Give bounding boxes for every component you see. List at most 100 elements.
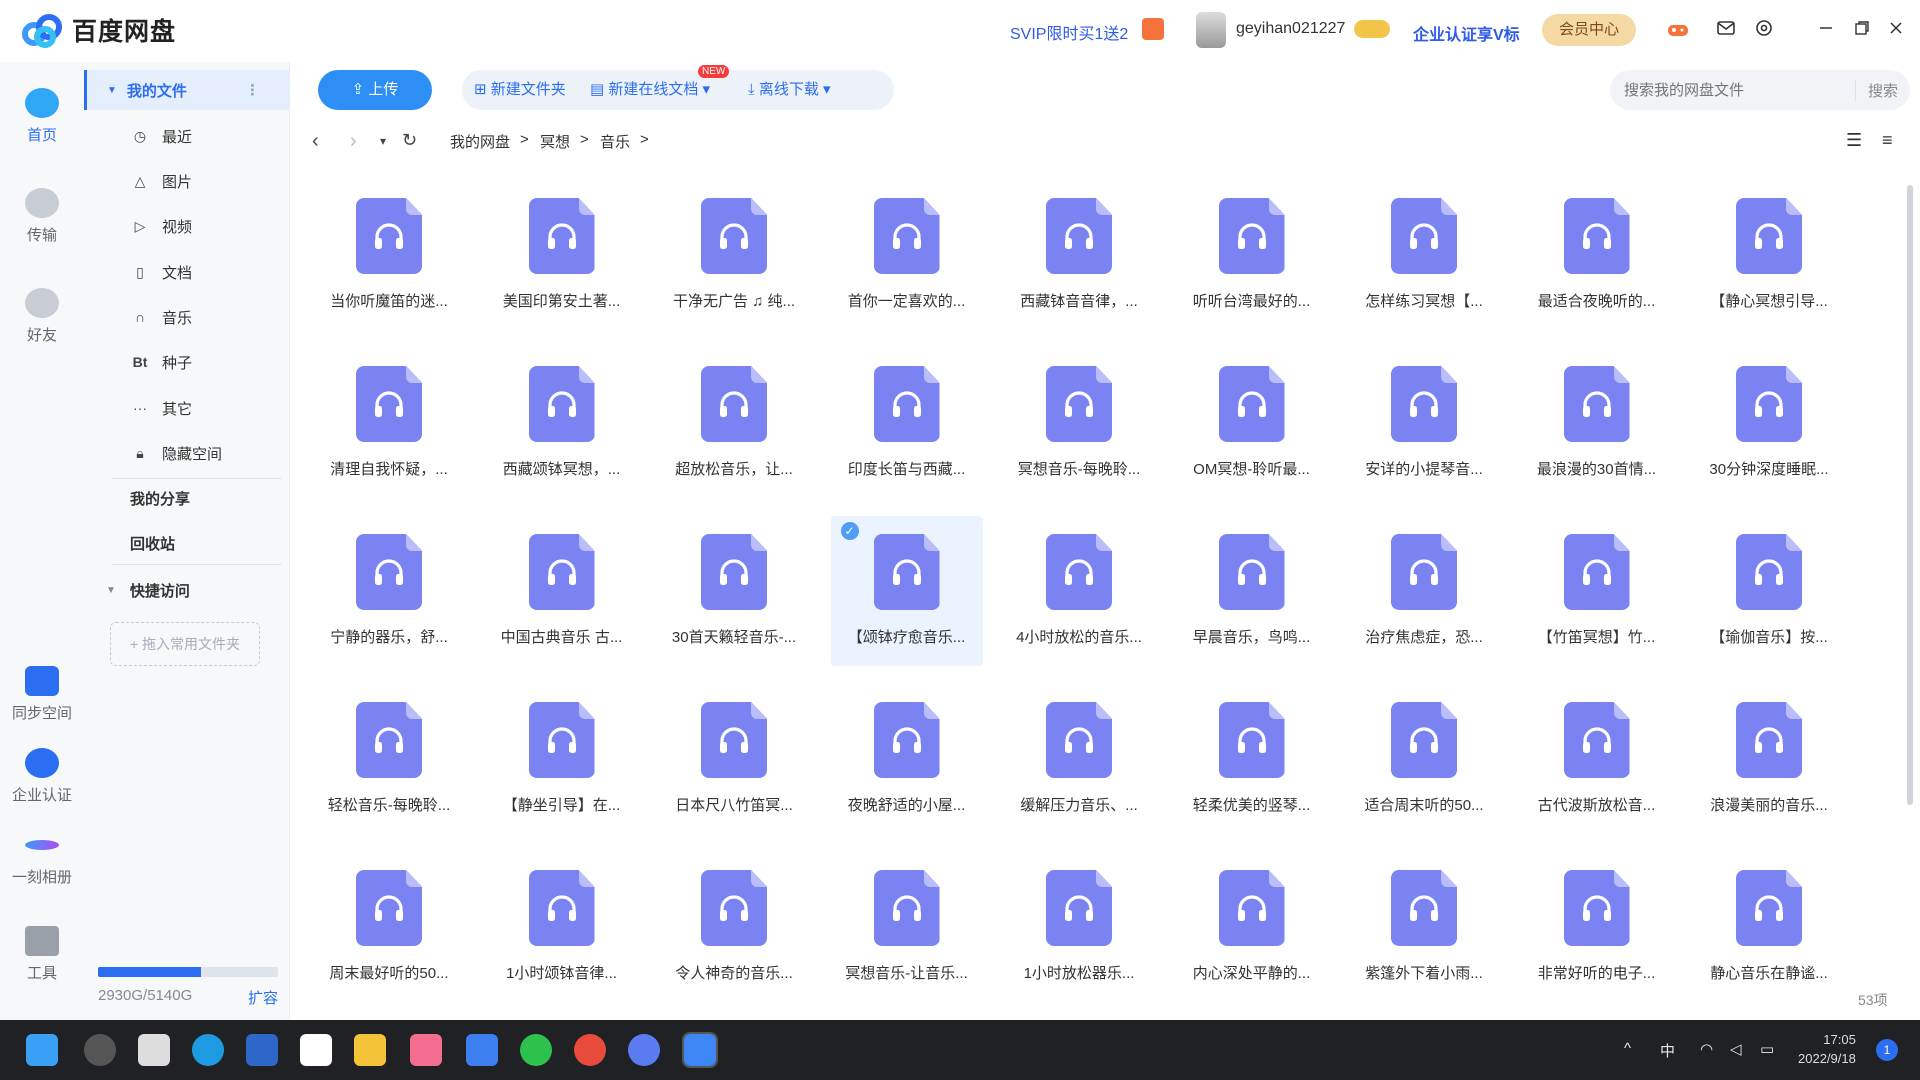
breadcrumb-item[interactable]: 我的网盘: [450, 131, 510, 152]
file-tile[interactable]: 【竹笛冥想】竹...: [1521, 516, 1673, 666]
rail-item-sync-space[interactable]: 同步空间: [0, 666, 84, 723]
sort-icon[interactable]: ☰: [1846, 130, 1862, 151]
settings-gear-icon[interactable]: [1752, 18, 1776, 42]
file-tile[interactable]: 印度长笛与西藏...: [831, 348, 983, 498]
search-input[interactable]: [1624, 81, 1854, 99]
file-tile[interactable]: 干净无广告 ♫ 纯...: [658, 180, 810, 330]
bilibili-icon[interactable]: [410, 1034, 442, 1066]
file-tile[interactable]: 紫篷外下着小雨...: [1348, 852, 1500, 980]
file-tile[interactable]: 【瑜伽音乐】按...: [1693, 516, 1845, 666]
battery-icon[interactable]: ▭: [1760, 1040, 1774, 1058]
file-tile[interactable]: 冥想音乐-每晚聆...: [1003, 348, 1155, 498]
start-menu-icon[interactable]: [26, 1034, 58, 1066]
list-view-icon[interactable]: ≡: [1882, 130, 1893, 151]
chrome-icon[interactable]: [574, 1034, 606, 1066]
file-tile[interactable]: 宁静的器乐，舒...: [313, 516, 465, 666]
file-tile[interactable]: 最适合夜晚听的...: [1521, 180, 1673, 330]
sidebar-item-my-files[interactable]: ▼ 我的文件 ⋮: [84, 70, 290, 110]
enterprise-promo-link[interactable]: 企业认证享V标: [1413, 21, 1520, 45]
file-tile[interactable]: 听听台湾最好的...: [1176, 180, 1328, 330]
offline-download-button[interactable]: ⤓ 离线下载 ▾: [748, 70, 831, 110]
sidebar-item-torrents[interactable]: Bt 种子: [84, 342, 290, 382]
file-tile[interactable]: 令人神奇的音乐...: [658, 852, 810, 980]
file-tile[interactable]: 清理自我怀疑，...: [313, 348, 465, 498]
typora-icon[interactable]: [300, 1034, 332, 1066]
file-tile[interactable]: 西藏钵音音律，...: [1003, 180, 1155, 330]
file-tile[interactable]: 治疗焦虑症，恐...: [1348, 516, 1500, 666]
more-vertical-icon[interactable]: ⋮: [245, 81, 260, 99]
rail-item-transfer[interactable]: 传输: [0, 188, 84, 245]
file-explorer-icon[interactable]: [354, 1034, 386, 1066]
ime-indicator[interactable]: 中: [1660, 1040, 1675, 1061]
back-arrow-icon[interactable]: ‹: [312, 130, 319, 153]
vip-center-button[interactable]: 会员中心: [1542, 14, 1636, 46]
file-tile[interactable]: 首你一定喜欢的...: [831, 180, 983, 330]
store-icon[interactable]: [246, 1034, 278, 1066]
file-tile[interactable]: 30分钟深度睡眠...: [1693, 348, 1845, 498]
minimize-icon[interactable]: [1814, 18, 1838, 42]
mail-icon[interactable]: [1714, 18, 1738, 42]
sidebar-item-recent[interactable]: ◷ 最近: [84, 116, 290, 156]
breadcrumb-item[interactable]: 冥想: [540, 131, 570, 152]
file-tile[interactable]: 【静心冥想引导...: [1693, 180, 1845, 330]
coin-badge-icon[interactable]: [1354, 20, 1390, 38]
file-tile[interactable]: 美国印第安土著...: [486, 180, 638, 330]
baidu-netdisk-taskbar-icon[interactable]: [682, 1032, 718, 1068]
rail-item-album[interactable]: 一刻相册: [0, 830, 84, 887]
file-tile[interactable]: 超放松音乐，让...: [658, 348, 810, 498]
file-tile[interactable]: 安详的小提琴音...: [1348, 348, 1500, 498]
file-tile[interactable]: 日本尺八竹笛冥...: [658, 684, 810, 834]
search-icon[interactable]: [84, 1034, 116, 1066]
file-tile[interactable]: 早晨音乐，鸟鸣...: [1176, 516, 1328, 666]
avatar[interactable]: [1196, 12, 1226, 48]
sidebar-item-other[interactable]: ··· 其它: [84, 388, 290, 428]
expand-storage-link[interactable]: 扩容: [248, 987, 278, 1008]
volume-icon[interactable]: ◁: [1730, 1040, 1742, 1058]
notification-badge[interactable]: 1: [1876, 1039, 1898, 1061]
file-tile[interactable]: 轻柔优美的竖琴...: [1176, 684, 1328, 834]
breadcrumb-item[interactable]: 音乐: [600, 131, 630, 152]
file-tile[interactable]: 轻松音乐-每晚聆...: [313, 684, 465, 834]
upload-button[interactable]: ⇪ 上传: [318, 70, 432, 110]
rail-item-home[interactable]: 首页: [0, 88, 84, 145]
file-tile[interactable]: 【静坐引导】在...: [486, 684, 638, 834]
file-tile[interactable]: 中国古典音乐 古...: [486, 516, 638, 666]
wifi-icon[interactable]: ◠: [1700, 1040, 1713, 1058]
sidebar-item-hidden-space[interactable]: 🔒︎ 隐藏空间: [84, 433, 290, 473]
history-dropdown-icon[interactable]: ▾: [380, 134, 386, 148]
search-button[interactable]: 搜索: [1854, 79, 1898, 101]
gift-icon[interactable]: [1142, 18, 1164, 40]
file-tile[interactable]: 缓解压力音乐、...: [1003, 684, 1155, 834]
restore-icon[interactable]: [1850, 18, 1874, 42]
file-tile[interactable]: 当你听魔笛的迷...: [313, 180, 465, 330]
file-tile[interactable]: 1小时放松器乐...: [1003, 852, 1155, 980]
system-clock[interactable]: 17:05 2022/9/18: [1798, 1030, 1856, 1068]
edge-browser-icon[interactable]: [192, 1034, 224, 1066]
add-frequent-folder-dropzone[interactable]: + 拖入常用文件夹: [110, 622, 260, 666]
game-icon[interactable]: [1666, 18, 1690, 42]
file-tile[interactable]: 适合周末听的50...: [1348, 684, 1500, 834]
file-tile[interactable]: 怎样练习冥想【...: [1348, 180, 1500, 330]
file-tile[interactable]: 内心深处平静的...: [1176, 852, 1328, 980]
rail-item-friends[interactable]: 好友: [0, 288, 84, 345]
file-tile[interactable]: 非常好听的电子...: [1521, 852, 1673, 980]
file-tile[interactable]: 最浪漫的30首情...: [1521, 348, 1673, 498]
new-online-doc-button[interactable]: ▤ 新建在线文档 ▾: [590, 70, 710, 110]
file-tile[interactable]: 30首天籁轻音乐-...: [658, 516, 810, 666]
forward-arrow-icon[interactable]: ›: [350, 130, 357, 153]
username[interactable]: geyihan021227: [1236, 20, 1345, 38]
scrollbar-thumb[interactable]: [1907, 185, 1913, 805]
sidebar-item-documents[interactable]: ▯ 文档: [84, 252, 290, 292]
sidebar-item-quick-access[interactable]: ▼ 快捷访问: [84, 570, 290, 610]
close-icon[interactable]: [1884, 18, 1908, 42]
task-view-icon[interactable]: [138, 1034, 170, 1066]
sidebar-item-my-share[interactable]: 我的分享: [84, 478, 290, 518]
file-tile[interactable]: 4小时放松的音乐...: [1003, 516, 1155, 666]
file-tile[interactable]: ✓ 【颂钵疗愈音乐...: [830, 516, 983, 666]
scrollbar[interactable]: [1906, 175, 1914, 975]
rail-item-enterprise[interactable]: 企业认证: [0, 748, 84, 805]
file-tile[interactable]: 1小时颂钵音律...: [486, 852, 638, 980]
file-tile[interactable]: 浪漫美丽的音乐...: [1693, 684, 1845, 834]
file-tile[interactable]: OM冥想-聆听最...: [1176, 348, 1328, 498]
sidebar-item-videos[interactable]: ▷ 视频: [84, 206, 290, 246]
